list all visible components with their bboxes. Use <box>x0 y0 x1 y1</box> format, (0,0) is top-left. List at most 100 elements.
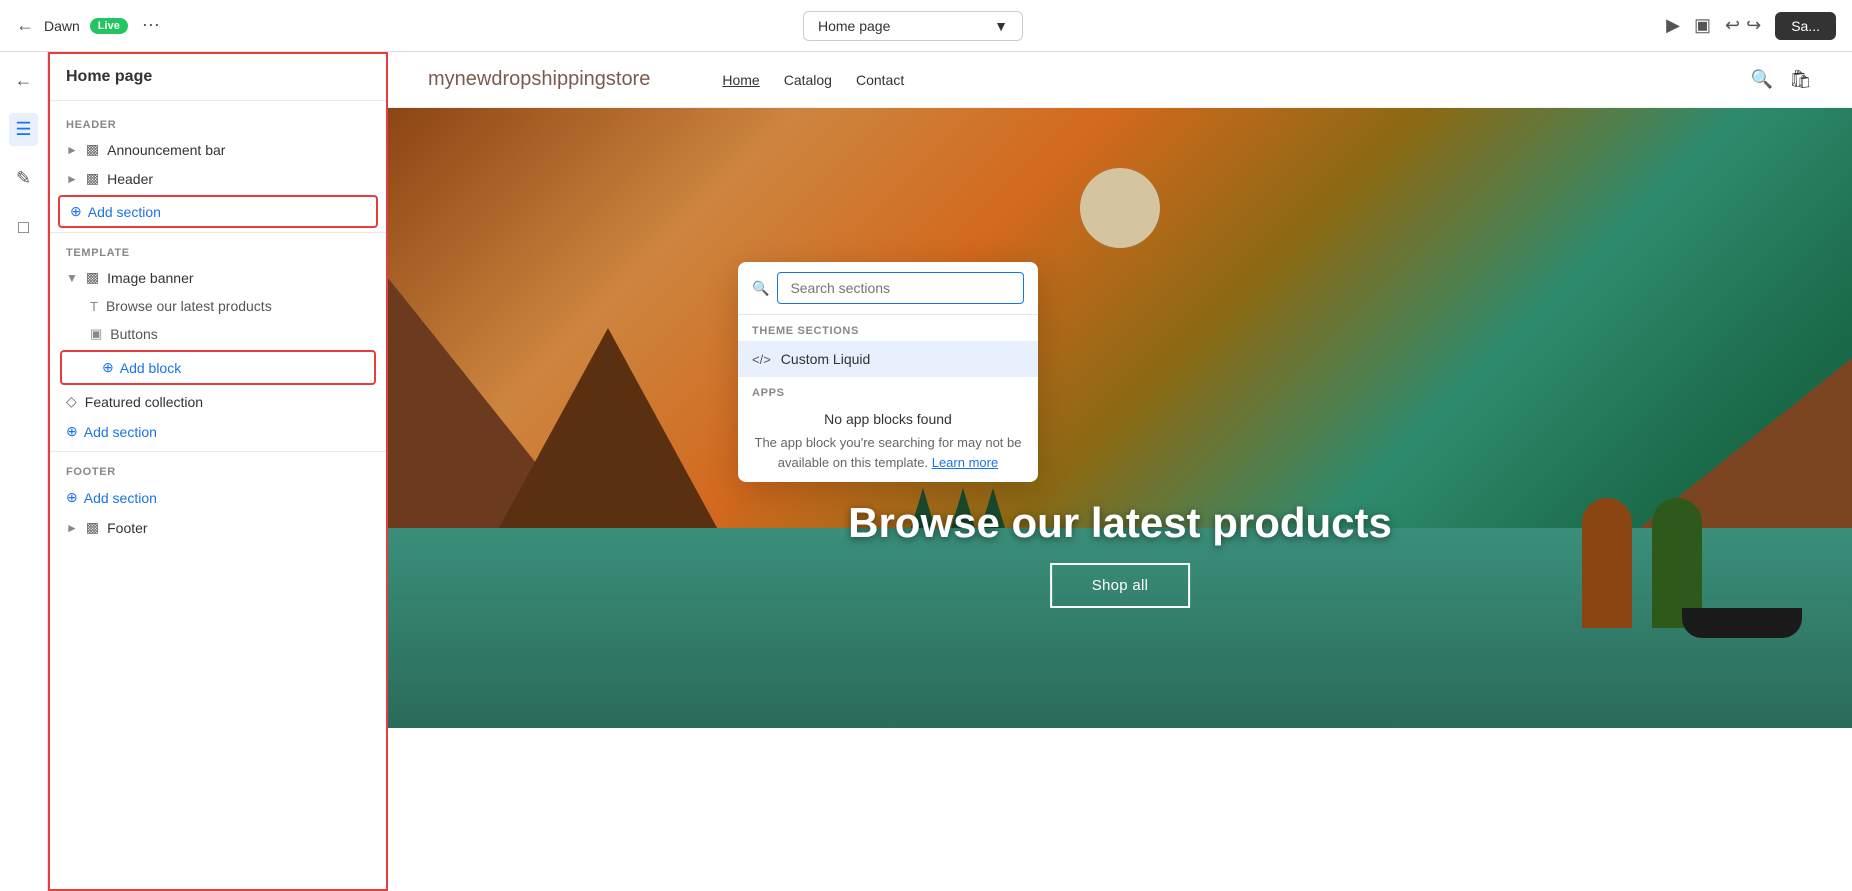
shop-all-button[interactable]: Shop all <box>1050 563 1191 608</box>
panel-content: HEADER ► ▩ Announcement bar ► ▩ Header ⊕… <box>50 101 386 889</box>
sections-panel: Home page HEADER ► ▩ Announcement bar ► … <box>48 52 388 891</box>
plus-circle-icon-header: ⊕ <box>70 203 82 220</box>
text-block-icon: T <box>90 299 98 314</box>
chevron-right-icon-footer: ► <box>66 521 78 535</box>
store-name: Dawn <box>44 18 80 34</box>
preview-area: mynewdropshippingstore Home Catalog Cont… <box>388 52 1852 891</box>
announcement-bar-label: Announcement bar <box>107 142 225 158</box>
add-section-template-label: Add section <box>84 424 157 440</box>
add-section-footer-label: Add section <box>84 490 157 506</box>
hero-background <box>388 108 1852 728</box>
sidebar-icon-apps[interactable]: □ <box>12 211 35 244</box>
hero-title: Browse our latest products <box>848 499 1392 547</box>
topbar-center: Home page ▼ <box>172 11 1654 41</box>
cursor-icon[interactable]: ▶ <box>1666 15 1680 36</box>
announcement-bar-item[interactable]: ► ▩ Announcement bar <box>50 135 386 164</box>
buttons-item[interactable]: ▣ Buttons <box>50 320 386 348</box>
hero-section: Browse our latest products Shop all <box>388 108 1852 728</box>
no-apps-title: No app blocks found <box>752 411 1024 427</box>
search-box: 🔍 <box>738 262 1038 315</box>
header-section-label: Header <box>107 171 153 187</box>
custom-liquid-label: Custom Liquid <box>781 351 871 367</box>
nav-contact[interactable]: Contact <box>856 72 904 88</box>
store-header: mynewdropshippingstore Home Catalog Cont… <box>388 52 1852 108</box>
buttons-label: Buttons <box>110 326 157 342</box>
more-menu-icon[interactable]: ⋯ <box>142 15 160 36</box>
sidebar-icon-sections[interactable]: ☰ <box>9 113 37 146</box>
topbar: ← Dawn Live ⋯ Home page ▼ ▶ ▣ ↩ ↪ Sa... <box>0 0 1852 52</box>
panel-header: Home page <box>50 54 386 101</box>
custom-liquid-item[interactable]: </> Custom Liquid <box>738 341 1038 377</box>
image-banner-icon: ▩ <box>86 269 99 286</box>
back-icon[interactable]: ← <box>16 15 34 36</box>
browse-latest-label: Browse our latest products <box>106 298 272 314</box>
header-section-icon: ▩ <box>86 170 99 187</box>
search-icon[interactable]: 🔍 <box>1751 69 1773 90</box>
chevron-down-icon-banner: ▼ <box>66 271 78 285</box>
sections-dropdown: 🔍 THEME SECTIONS </> Custom Liquid APPS … <box>738 262 1038 482</box>
store-nav: Home Catalog Contact <box>722 72 904 88</box>
desktop-icon[interactable]: ▣ <box>1694 15 1711 36</box>
browse-latest-item[interactable]: T Browse our latest products <box>50 292 386 320</box>
sidebar-icon-customize[interactable]: ✎ <box>10 162 37 195</box>
add-block-button[interactable]: ⊕ Add block <box>60 350 376 385</box>
main-layout: ← ☰ ✎ □ Home page HEADER ► ▩ Announcemen… <box>0 52 1852 891</box>
divider-1 <box>50 232 386 233</box>
panel-title: Home page <box>66 68 152 85</box>
chevron-down-icon: ▼ <box>994 18 1008 34</box>
chevron-right-icon-header: ► <box>66 172 78 186</box>
add-section-footer-button[interactable]: ⊕ Add section <box>50 482 386 513</box>
undo-icon[interactable]: ↩ <box>1725 15 1740 36</box>
theme-sections-label: THEME SECTIONS <box>738 315 1038 341</box>
preview-frame: mynewdropshippingstore Home Catalog Cont… <box>388 52 1852 891</box>
search-icon-dropdown: 🔍 <box>752 280 769 297</box>
store-header-icons: 🔍 🛍 <box>1751 69 1812 90</box>
image-banner-label: Image banner <box>107 270 193 286</box>
undo-redo-group: ↩ ↪ <box>1725 15 1761 36</box>
header-group-label: HEADER <box>50 109 386 135</box>
plus-circle-icon-block: ⊕ <box>102 359 114 376</box>
featured-collection-item[interactable]: ◇ Featured collection <box>50 387 386 416</box>
chevron-right-icon: ► <box>66 143 78 157</box>
buttons-icon: ▣ <box>90 326 102 342</box>
add-section-template-button[interactable]: ⊕ Add section <box>50 416 386 447</box>
live-badge: Live <box>90 18 128 34</box>
featured-collection-icon: ◇ <box>66 393 77 410</box>
footer-section-icon: ▩ <box>86 519 99 536</box>
plus-circle-icon-template: ⊕ <box>66 423 78 440</box>
plus-circle-icon-footer: ⊕ <box>66 489 78 506</box>
no-apps-desc: The app block you're searching for may n… <box>752 433 1024 472</box>
store-logo: mynewdropshippingstore <box>428 68 650 91</box>
apps-section: APPS No app blocks found The app block y… <box>738 377 1038 482</box>
person-1 <box>1582 498 1632 628</box>
image-banner-item[interactable]: ▼ ▩ Image banner <box>50 263 386 292</box>
announcement-bar-icon: ▩ <box>86 141 99 158</box>
code-icon: </> <box>752 352 771 367</box>
topbar-left: ← Dawn Live ⋯ <box>16 15 160 36</box>
search-sections-input[interactable] <box>777 272 1024 304</box>
add-block-label: Add block <box>120 360 181 376</box>
nav-home[interactable]: Home <box>722 72 759 88</box>
apps-label: APPS <box>752 387 1024 399</box>
sun-decoration <box>1080 168 1160 248</box>
footer-section-label: Footer <box>107 520 147 536</box>
redo-icon[interactable]: ↪ <box>1746 15 1761 36</box>
icon-sidebar: ← ☰ ✎ □ <box>0 52 48 891</box>
learn-more-link[interactable]: Learn more <box>932 455 998 470</box>
cart-icon[interactable]: 🛍 <box>1789 69 1812 90</box>
topbar-right: ▶ ▣ ↩ ↪ Sa... <box>1666 12 1836 40</box>
add-section-header-button[interactable]: ⊕ Add section <box>58 195 378 228</box>
sidebar-icon-back[interactable]: ← <box>9 64 39 97</box>
hero-text-overlay: Browse our latest products Shop all <box>848 499 1392 608</box>
template-group-label: TEMPLATE <box>50 237 386 263</box>
page-selector[interactable]: Home page ▼ <box>803 11 1023 41</box>
save-button[interactable]: Sa... <box>1775 12 1836 40</box>
footer-section-item[interactable]: ► ▩ Footer <box>50 513 386 542</box>
add-section-header-label: Add section <box>88 204 161 220</box>
mountain-mid <box>488 328 728 548</box>
divider-2 <box>50 451 386 452</box>
footer-group-label: FOOTER <box>50 456 386 482</box>
nav-catalog[interactable]: Catalog <box>784 72 832 88</box>
header-section-item[interactable]: ► ▩ Header <box>50 164 386 193</box>
featured-collection-label: Featured collection <box>85 394 203 410</box>
